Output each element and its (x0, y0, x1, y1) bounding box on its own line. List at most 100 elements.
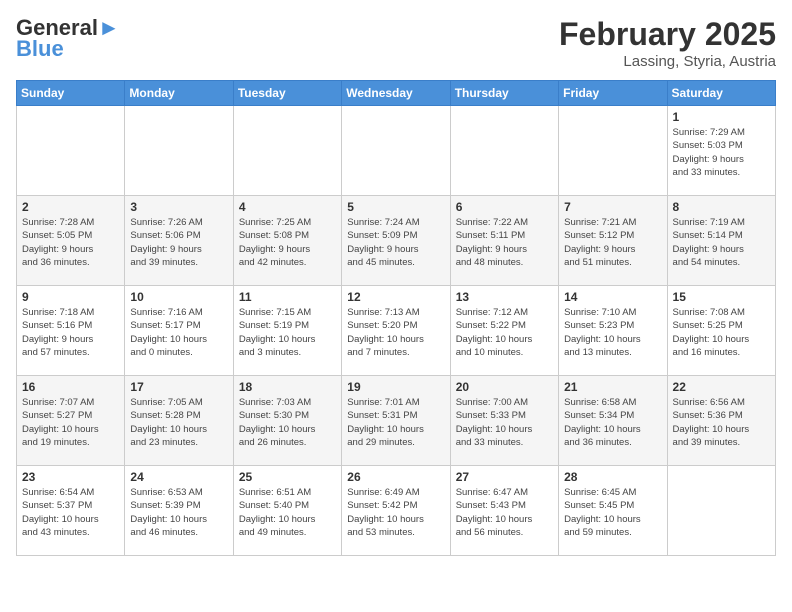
day-info: Sunrise: 7:00 AMSunset: 5:33 PMDaylight:… (456, 396, 553, 449)
calendar-cell (125, 106, 233, 196)
day-info: Sunrise: 6:51 AMSunset: 5:40 PMDaylight:… (239, 486, 336, 539)
day-number: 24 (130, 470, 227, 484)
calendar-cell: 26 Sunrise: 6:49 AMSunset: 5:42 PMDayligh… (342, 466, 450, 556)
calendar-cell (342, 106, 450, 196)
day-number: 2 (22, 200, 119, 214)
day-info: Sunrise: 7:15 AMSunset: 5:19 PMDaylight:… (239, 306, 336, 359)
calendar-week-row: 16Sunrise: 7:07 AMSunset: 5:27 PMDayligh… (17, 376, 776, 466)
day-info: Sunrise: 7:12 AMSunset: 5:22 PMDaylight:… (456, 306, 553, 359)
day-info: Sunrise: 6:53 AMSunset: 5:39 PMDaylight:… (130, 486, 227, 539)
day-info: Sunrise: 6:56 AMSunset: 5:36 PMDaylight:… (673, 396, 770, 449)
day-info: Sunrise: 7:29 AMSunset: 5:03 PMDaylight:… (673, 126, 770, 179)
day-info: Sunrise: 7:21 AMSunset: 5:12 PMDaylight:… (564, 216, 661, 269)
day-number: 20 (456, 380, 553, 394)
day-number: 18 (239, 380, 336, 394)
calendar-cell: 9 Sunrise: 7:18 AMSunset: 5:16 PMDaylight… (17, 286, 125, 376)
calendar-cell: 17 Sunrise: 7:05 AMSunset: 5:28 PMDayligh… (125, 376, 233, 466)
day-number: 11 (239, 290, 336, 304)
weekday-header-saturday: Saturday (667, 81, 775, 106)
day-number: 21 (564, 380, 661, 394)
calendar-cell: 22 Sunrise: 6:56 AMSunset: 5:36 PMDayligh… (667, 376, 775, 466)
day-info: Sunrise: 7:22 AMSunset: 5:11 PMDaylight:… (456, 216, 553, 269)
calendar-cell: 21 Sunrise: 6:58 AMSunset: 5:34 PMDayligh… (559, 376, 667, 466)
day-info: Sunrise: 7:19 AMSunset: 5:14 PMDaylight:… (673, 216, 770, 269)
calendar-cell: 2 Sunrise: 7:28 AMSunset: 5:05 PMDaylight… (17, 196, 125, 286)
calendar-cell: 7 Sunrise: 7:21 AMSunset: 5:12 PMDaylight… (559, 196, 667, 286)
calendar-cell: 20 Sunrise: 7:00 AMSunset: 5:33 PMDayligh… (450, 376, 558, 466)
calendar-cell: 8 Sunrise: 7:19 AMSunset: 5:14 PMDaylight… (667, 196, 775, 286)
calendar-cell: 5 Sunrise: 7:24 AMSunset: 5:09 PMDaylight… (342, 196, 450, 286)
day-number: 10 (130, 290, 227, 304)
calendar-week-row: 1 Sunrise: 7:29 AMSunset: 5:03 PMDaylight… (17, 106, 776, 196)
calendar-cell: 11 Sunrise: 7:15 AMSunset: 5:19 PMDayligh… (233, 286, 341, 376)
calendar-cell: 6 Sunrise: 7:22 AMSunset: 5:11 PMDaylight… (450, 196, 558, 286)
calendar-cell: 25 Sunrise: 6:51 AMSunset: 5:40 PMDayligh… (233, 466, 341, 556)
day-info: Sunrise: 7:10 AMSunset: 5:23 PMDaylight:… (564, 306, 661, 359)
calendar-cell: 14 Sunrise: 7:10 AMSunset: 5:23 PMDayligh… (559, 286, 667, 376)
calendar-cell: 12 Sunrise: 7:13 AMSunset: 5:20 PMDayligh… (342, 286, 450, 376)
day-info: Sunrise: 7:05 AMSunset: 5:28 PMDaylight:… (130, 396, 227, 449)
day-info: Sunrise: 7:03 AMSunset: 5:30 PMDaylight:… (239, 396, 336, 449)
calendar-cell: 27Sunrise: 6:47 AMSunset: 5:43 PMDayligh… (450, 466, 558, 556)
day-info: Sunrise: 6:54 AMSunset: 5:37 PMDaylight:… (22, 486, 119, 539)
day-number: 15 (673, 290, 770, 304)
day-number: 8 (673, 200, 770, 214)
weekday-header-row: SundayMondayTuesdayWednesdayThursdayFrid… (17, 81, 776, 106)
weekday-header-friday: Friday (559, 81, 667, 106)
calendar-week-row: 23 Sunrise: 6:54 AMSunset: 5:37 PMDayligh… (17, 466, 776, 556)
weekday-header-sunday: Sunday (17, 81, 125, 106)
day-number: 3 (130, 200, 227, 214)
day-number: 26 (347, 470, 444, 484)
weekday-header-thursday: Thursday (450, 81, 558, 106)
calendar-cell (17, 106, 125, 196)
day-info: Sunrise: 7:18 AMSunset: 5:16 PMDaylight:… (22, 306, 119, 359)
calendar-cell: 10 Sunrise: 7:16 AMSunset: 5:17 PMDayligh… (125, 286, 233, 376)
day-info: Sunrise: 7:13 AMSunset: 5:20 PMDaylight:… (347, 306, 444, 359)
calendar-cell: 4Sunrise: 7:25 AMSunset: 5:08 PMDaylight… (233, 196, 341, 286)
calendar-table: SundayMondayTuesdayWednesdayThursdayFrid… (16, 80, 776, 556)
day-number: 7 (564, 200, 661, 214)
day-number: 16 (22, 380, 119, 394)
calendar-cell: 15 Sunrise: 7:08 AMSunset: 5:25 PMDayligh… (667, 286, 775, 376)
day-number: 14 (564, 290, 661, 304)
day-number: 9 (22, 290, 119, 304)
calendar-cell (233, 106, 341, 196)
calendar-cell: 19 Sunrise: 7:01 AMSunset: 5:31 PMDayligh… (342, 376, 450, 466)
day-info: Sunrise: 6:49 AMSunset: 5:42 PMDaylight:… (347, 486, 444, 539)
month-year-title: February 2025 (559, 16, 776, 53)
day-number: 22 (673, 380, 770, 394)
day-number: 17 (130, 380, 227, 394)
day-number: 6 (456, 200, 553, 214)
day-info: Sunrise: 7:08 AMSunset: 5:25 PMDaylight:… (673, 306, 770, 359)
calendar-week-row: 2 Sunrise: 7:28 AMSunset: 5:05 PMDaylight… (17, 196, 776, 286)
calendar-cell (559, 106, 667, 196)
day-info: Sunrise: 7:16 AMSunset: 5:17 PMDaylight:… (130, 306, 227, 359)
calendar-cell: 16Sunrise: 7:07 AMSunset: 5:27 PMDayligh… (17, 376, 125, 466)
page-header: General► Blue February 2025 Lassing, Sty… (16, 16, 776, 70)
title-block: February 2025 Lassing, Styria, Austria (559, 16, 776, 70)
day-number: 23 (22, 470, 119, 484)
calendar-cell: 18 Sunrise: 7:03 AMSunset: 5:30 PMDayligh… (233, 376, 341, 466)
day-info: Sunrise: 7:24 AMSunset: 5:09 PMDaylight:… (347, 216, 444, 269)
day-number: 19 (347, 380, 444, 394)
day-info: Sunrise: 6:58 AMSunset: 5:34 PMDaylight:… (564, 396, 661, 449)
day-info: Sunrise: 7:28 AMSunset: 5:05 PMDaylight:… (22, 216, 119, 269)
day-number: 27 (456, 470, 553, 484)
day-number: 25 (239, 470, 336, 484)
calendar-cell: 23 Sunrise: 6:54 AMSunset: 5:37 PMDayligh… (17, 466, 125, 556)
day-info: Sunrise: 7:01 AMSunset: 5:31 PMDaylight:… (347, 396, 444, 449)
weekday-header-monday: Monday (125, 81, 233, 106)
calendar-cell (450, 106, 558, 196)
day-number: 4 (239, 200, 336, 214)
day-number: 1 (673, 110, 770, 124)
calendar-cell: 24 Sunrise: 6:53 AMSunset: 5:39 PMDayligh… (125, 466, 233, 556)
weekday-header-wednesday: Wednesday (342, 81, 450, 106)
calendar-cell (667, 466, 775, 556)
location-subtitle: Lassing, Styria, Austria (559, 53, 776, 70)
logo: General► Blue (16, 16, 120, 62)
day-number: 28 (564, 470, 661, 484)
day-number: 5 (347, 200, 444, 214)
day-info: Sunrise: 6:45 AMSunset: 5:45 PMDaylight:… (564, 486, 661, 539)
day-number: 12 (347, 290, 444, 304)
calendar-cell: 1 Sunrise: 7:29 AMSunset: 5:03 PMDaylight… (667, 106, 775, 196)
